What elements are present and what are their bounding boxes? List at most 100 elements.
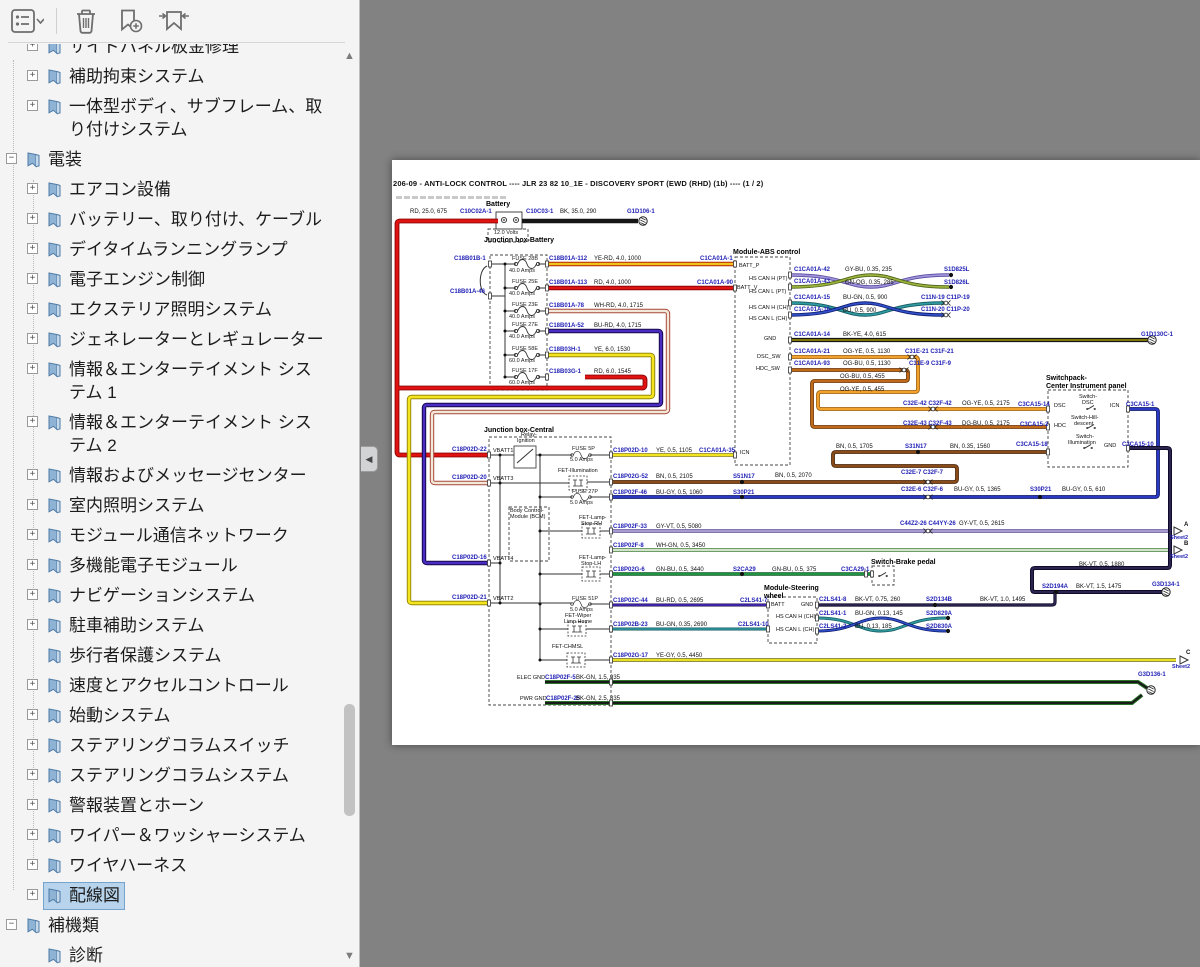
diagram-label: FUSE 27E <box>512 323 538 329</box>
bookmark-label: 電子エンジン制御 <box>69 268 205 291</box>
scrollbar-thumb[interactable] <box>344 704 355 816</box>
bookmark-item[interactable]: + 情報＆エンターテイメント システム 1 <box>0 354 342 407</box>
diagram-label: C18P02B-23 <box>613 622 648 628</box>
diagram-label: BN, 0.35, 1560 <box>950 444 990 450</box>
diagram-label: YE, 0.5, 1105 <box>656 448 692 454</box>
expand-toggle[interactable]: + <box>27 44 38 51</box>
expand-toggle[interactable]: − <box>6 919 17 930</box>
expand-toggle[interactable]: + <box>27 363 38 374</box>
sidebar-scrollbar[interactable]: ▲ ▼ <box>341 44 358 967</box>
expand-toggle[interactable]: + <box>27 619 38 630</box>
bookmark-item[interactable]: + 電子エンジン制御 <box>0 264 342 294</box>
bookmark-icon <box>46 301 63 318</box>
bookmark-item[interactable]: + 多機能電子モジュール <box>0 550 342 580</box>
diagram-label: BU-GY, 0.5, 1365 <box>954 487 1001 493</box>
bookmark-item[interactable]: + ジェネレーターとレギュレーター <box>0 324 342 354</box>
diagram-label: C11N-19 C11P-19 <box>921 295 970 301</box>
diagram-label: VBATT3 <box>493 477 513 483</box>
bookmark-item[interactable]: + 情報およびメッセージセンター <box>0 460 342 490</box>
bookmark-label: 速度とアクセルコントロール <box>69 674 289 697</box>
expand-toggle[interactable]: + <box>27 303 38 314</box>
expand-toggle[interactable]: + <box>27 829 38 840</box>
expand-toggle[interactable]: + <box>27 799 38 810</box>
bookmark-item[interactable]: + 歩行者保護システム <box>0 640 342 670</box>
diagram-label: BU-GN, 0.13, 145 <box>855 611 903 617</box>
page-title: 206-09 - ANTI-LOCK CONTROL ---- JLR 23 8… <box>393 180 763 188</box>
bookmark-item[interactable]: + 補助拘束システム <box>0 61 342 91</box>
expand-toggle[interactable]: + <box>27 739 38 750</box>
diagram-label: C32E-7 C32F-7 <box>901 470 943 476</box>
diagram-label: G1D106-1 <box>627 209 655 215</box>
diagram-label: C31E-9 C31F-9 <box>909 361 951 367</box>
diagram-label: C1CA01A-14 <box>794 332 830 338</box>
diagram-label: Ignition <box>517 439 535 445</box>
expand-toggle[interactable]: + <box>27 100 38 111</box>
collapse-panel-handle[interactable]: ◀ <box>361 446 378 472</box>
bookmark-item[interactable]: + ワイパー＆ワッシャーシステム <box>0 820 342 850</box>
bookmark-item[interactable]: − 電装 <box>0 144 342 174</box>
expand-toggle[interactable]: + <box>27 183 38 194</box>
expand-toggle[interactable]: + <box>27 416 38 427</box>
bookmark-item[interactable]: + ワイヤハーネス <box>0 850 342 880</box>
expand-toggle[interactable]: + <box>27 243 38 254</box>
diagram-label: S30P21 <box>733 490 754 496</box>
bookmark-item[interactable]: − 補機類 <box>0 910 342 940</box>
bookmark-item[interactable]: + エアコン設備 <box>0 174 342 204</box>
diagram-label: FUSE 25E <box>512 280 538 286</box>
bookmark-item[interactable]: + 警報装置とホーン <box>0 790 342 820</box>
new-bookmark-button[interactable] <box>113 6 147 36</box>
bookmark-item[interactable]: + 始動システム <box>0 700 342 730</box>
diagram-label: C18P02F-46 <box>613 490 647 496</box>
expand-toggle[interactable]: + <box>27 709 38 720</box>
bookmark-item[interactable]: + モジュール通信ネットワーク <box>0 520 342 550</box>
expand-toggle[interactable]: − <box>6 153 17 164</box>
diagram-label: GND <box>764 337 776 343</box>
expand-toggle[interactable]: + <box>27 469 38 480</box>
diagram-label: HS CAN L (PT) <box>749 290 786 296</box>
bookmark-item[interactable]: + エクステリア照明システム <box>0 294 342 324</box>
bookmark-item[interactable]: + バッテリー、取り付け、ケーブル <box>0 204 342 234</box>
scroll-down-arrow[interactable]: ▼ <box>343 950 356 963</box>
diagram-label: C18P02G-17 <box>613 653 648 659</box>
diagram-label: BK-VT, 1.0, 1495 <box>980 597 1025 603</box>
diagram-label: GY-VT, 0.5, 2615 <box>959 521 1004 527</box>
expand-toggle[interactable]: + <box>27 213 38 224</box>
bookmark-icon <box>25 917 42 934</box>
bookmark-item[interactable]: + 情報＆エンターテイメント システム 2 <box>0 407 342 460</box>
bookmark-icon <box>25 151 42 168</box>
diagram-label: C2LS41-1 <box>819 611 846 617</box>
expand-toggle[interactable]: + <box>27 889 38 900</box>
expand-toggle[interactable]: + <box>27 70 38 81</box>
bookmark-item[interactable]: + 一体型ボディ、サブフレーム、取り付けシステム <box>0 91 342 144</box>
bookmark-label: 歩行者保護システム <box>69 644 222 667</box>
diagram-label: C1CA01A-1 <box>700 256 733 262</box>
bookmark-item[interactable]: + 配線図 <box>0 880 342 910</box>
bookmark-item[interactable]: + 速度とアクセルコントロール <box>0 670 342 700</box>
bookmark-item[interactable]: + 駐車補助システム <box>0 610 342 640</box>
expand-toggle[interactable]: + <box>27 859 38 870</box>
expand-toggle[interactable]: + <box>27 589 38 600</box>
diagram-label: C18P02D-20 <box>452 475 487 481</box>
bookmark-item[interactable]: + 診断 <box>0 940 342 967</box>
diagram-label: WH-GN, 0.5, 3450 <box>656 543 705 549</box>
expand-toggle[interactable]: + <box>27 333 38 344</box>
go-to-bookmark-button[interactable] <box>157 6 191 36</box>
bookmark-options-button[interactable] <box>10 6 44 36</box>
expand-toggle[interactable]: + <box>27 679 38 690</box>
bookmark-item[interactable]: + サイドパネル板金修理 <box>0 44 342 61</box>
diagram-label: Limp Home <box>564 620 592 626</box>
diagram-label: OG-YE, 0.5, 455 <box>840 387 884 393</box>
expand-toggle[interactable]: + <box>27 769 38 780</box>
diagram-label: C1CA01A-42 <box>794 267 830 273</box>
expand-toggle[interactable]: + <box>27 499 38 510</box>
bookmark-item[interactable]: + ステアリングコラムスイッチ <box>0 730 342 760</box>
expand-toggle[interactable]: + <box>27 273 38 284</box>
delete-bookmark-button[interactable] <box>69 6 103 36</box>
bookmark-item[interactable]: + ナビゲーションシステム <box>0 580 342 610</box>
bookmark-item[interactable]: + ステアリングコラムシステム <box>0 760 342 790</box>
bookmark-item[interactable]: + デイタイムランニングランプ <box>0 234 342 264</box>
expand-toggle[interactable]: + <box>27 529 38 540</box>
bookmark-item[interactable]: + 室内照明システム <box>0 490 342 520</box>
expand-toggle[interactable]: + <box>27 559 38 570</box>
scroll-up-arrow[interactable]: ▲ <box>343 50 356 63</box>
